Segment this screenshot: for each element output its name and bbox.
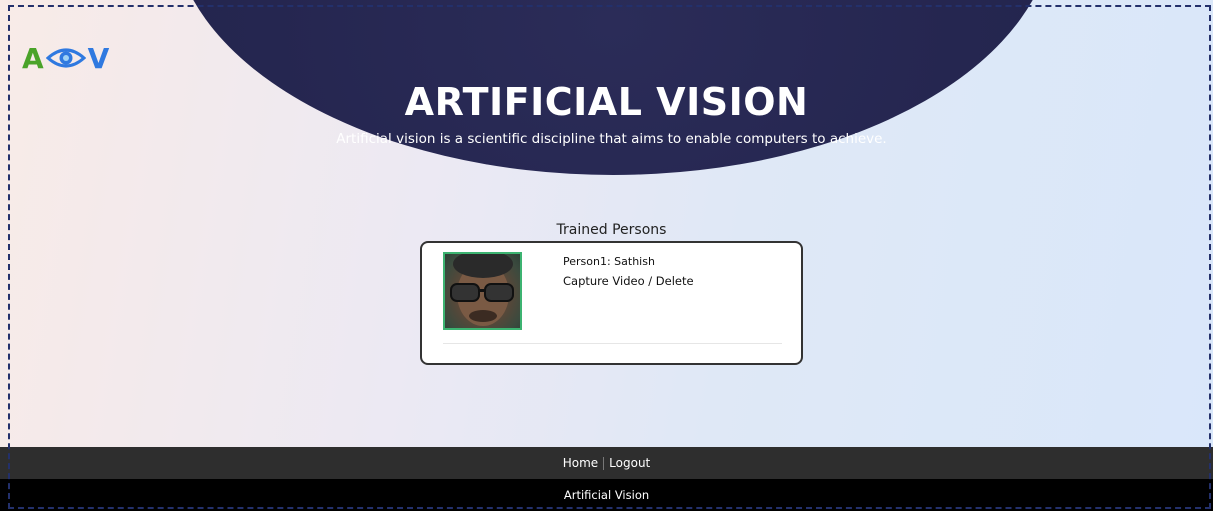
brand-logo[interactable]: A V	[22, 41, 110, 75]
footer: Artificial Vision	[0, 479, 1213, 511]
eye-icon	[45, 48, 86, 68]
action-separator: /	[648, 274, 653, 288]
bottom-nav: Home Logout	[0, 447, 1213, 479]
delete-link[interactable]: Delete	[656, 274, 694, 288]
card-divider	[443, 343, 782, 344]
page-subtitle: Artificial vision is a scientific discip…	[336, 131, 887, 147]
person-name: Person1: Sathish	[563, 255, 655, 268]
logo-letter-v: V	[87, 41, 110, 75]
person-photo	[443, 252, 522, 330]
logo-letter-a: A	[22, 41, 44, 75]
home-link[interactable]: Home	[563, 456, 598, 470]
nav-divider	[603, 456, 605, 470]
capture-video-link[interactable]: Capture Video	[563, 274, 645, 288]
person-card: Person1: Sathish Capture Video / Delete	[420, 241, 803, 365]
face-image	[450, 254, 514, 326]
person-actions: Capture Video / Delete	[563, 274, 694, 288]
logout-link[interactable]: Logout	[609, 456, 650, 470]
trained-persons-heading: Trained Persons	[556, 222, 667, 238]
footer-text: Artificial Vision	[563, 488, 650, 502]
page-title: ARTIFICIAL VISION	[404, 80, 809, 124]
